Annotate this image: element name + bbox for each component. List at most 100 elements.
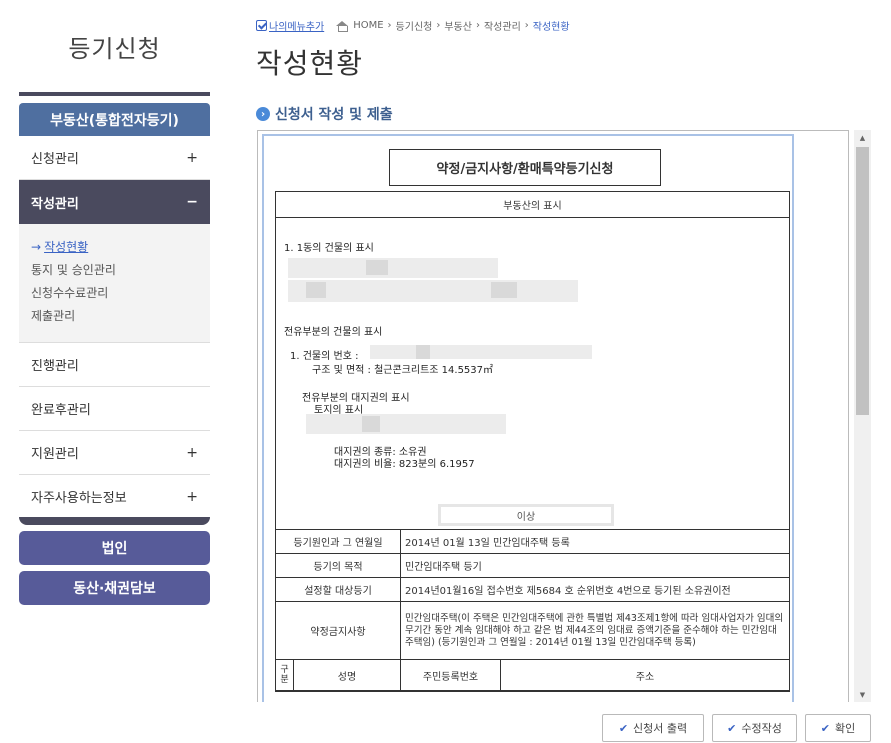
scroll-up-icon[interactable]: ▲ <box>854 130 871 145</box>
breadcrumb-separator: › <box>387 20 392 31</box>
document-page: 약정/금지사항/환매특약등기신청 부동산의 표시 1. 1동의 건물의 표시 전… <box>257 130 849 702</box>
check-icon: ✔ <box>727 721 737 735</box>
expand-icon: + <box>186 488 198 505</box>
document-title: 약정/금지사항/환매특약등기신청 <box>389 149 661 186</box>
table-row: 등기의 목적 민간임대주택 등기 <box>276 554 789 578</box>
redacted-block <box>306 282 326 298</box>
redacted-block <box>416 345 430 359</box>
document-frame: 약정/금지사항/환매특약등기신청 부동산의 표시 1. 1동의 건물의 표시 전… <box>262 134 794 702</box>
confirm-button[interactable]: ✔ 확인 <box>805 714 871 742</box>
redacted-block <box>288 280 578 302</box>
sidebar-item-label: 작성관리 <box>31 196 79 212</box>
row-key: 등기의 목적 <box>276 554 401 577</box>
sidebar-item-apply[interactable]: 신청관리 + <box>19 136 210 180</box>
submenu-item-notice[interactable]: 통지 및 승인관리 <box>31 259 198 282</box>
edit-button[interactable]: ✔ 수정작성 <box>712 714 797 742</box>
redacted-block <box>370 345 592 359</box>
section-title-text: 신청서 작성 및 제출 <box>275 107 393 123</box>
sidebar-item-label: 자주사용하는정보 <box>31 491 127 506</box>
vertical-scrollbar[interactable]: ▲ ▼ <box>854 130 871 702</box>
applicant-header-row: 구분 성명 주민등록번호 주소 <box>276 660 789 691</box>
column-header-name: 성명 <box>294 660 401 690</box>
expand-icon: + <box>186 149 198 166</box>
row-value: 민간임대주택 등기 <box>405 562 482 573</box>
redacted-block <box>366 260 388 275</box>
corporation-button[interactable]: 법인 <box>19 531 210 565</box>
chevron-right-icon: › <box>256 107 270 121</box>
redacted-block <box>362 416 380 432</box>
breadcrumb-item[interactable]: 부동산 <box>444 18 472 33</box>
submenu-item-submit[interactable]: 제출관리 <box>31 305 198 328</box>
row-key: 설정할 대상등기 <box>276 578 401 601</box>
real-estate-button[interactable]: 부동산(통합전자등기) <box>19 103 210 136</box>
add-my-menu-link[interactable]: 나의메뉴추가 <box>256 18 324 33</box>
unit-label: 전유부분의 건물의 표시 <box>284 327 383 338</box>
sidebar-item-label: 신청관리 <box>31 152 79 167</box>
movable-bond-button[interactable]: 동산·채권담보 <box>19 571 210 605</box>
section-title: › 신청서 작성 및 제출 <box>256 104 393 124</box>
action-buttons: ✔ 신청서 출력 ✔ 수정작성 ✔ 확인 <box>602 714 871 742</box>
checkbox-icon <box>256 20 267 31</box>
sidebar-item-progress[interactable]: 진행관리 <box>19 343 210 387</box>
breadcrumb-home[interactable]: HOME <box>353 20 383 31</box>
redacted-block <box>288 258 498 278</box>
column-header-rrn: 주민등록번호 <box>401 660 501 690</box>
document-table: 부동산의 표시 1. 1동의 건물의 표시 전유부분의 건물의 표시 1. 건물… <box>275 191 790 692</box>
real-estate-section: 1. 1동의 건물의 표시 전유부분의 건물의 표시 1. 건물의 번호 : 구… <box>276 218 789 530</box>
collapse-icon: − <box>186 194 198 210</box>
check-icon: ✔ <box>618 721 629 735</box>
button-label: 확인 <box>834 722 856 735</box>
sidebar-item-frequent[interactable]: 자주사용하는정보 + <box>19 475 210 519</box>
table-row: 등기원인과 그 연월일 2014년 01월 13일 민간임대주택 등록 <box>276 530 789 554</box>
row-key: 약정금지사항 <box>276 602 401 659</box>
button-label: 수정작성 <box>741 722 782 735</box>
sidebar-title: 등기신청 <box>68 34 161 63</box>
breadcrumb: 나의메뉴추가 HOME › 등기신청 › 부동산 › 작성관리 › 작성현황 <box>256 18 570 33</box>
sidebar-item-compose[interactable]: 작성관리 − <box>19 180 210 224</box>
building-number: 1. 건물의 번호 : <box>290 351 359 362</box>
arrow-right-icon: → <box>31 240 42 254</box>
scroll-down-icon[interactable]: ▼ <box>854 687 871 702</box>
building-label: 1. 1동의 건물의 표시 <box>284 243 374 254</box>
table-row: 약정금지사항 민간임대주택(이 주택은 민간임대주택에 관한 특별법 제43조제… <box>276 602 789 660</box>
expand-icon: + <box>186 444 198 461</box>
redacted-block <box>491 282 517 298</box>
sidebar-bottom-bar <box>19 517 210 525</box>
end-marker: 이상 <box>438 504 614 526</box>
sidebar-item-label: 완료후관리 <box>31 403 91 418</box>
print-application-button[interactable]: ✔ 신청서 출력 <box>602 714 704 742</box>
button-label: 신청서 출력 <box>633 722 688 735</box>
submenu-item-status[interactable]: → 작성현황 <box>31 236 198 259</box>
sidebar-item-completed[interactable]: 완료후관리 <box>19 387 210 431</box>
breadcrumb-item[interactable]: 등기신청 <box>396 18 433 33</box>
real-estate-header: 부동산의 표시 <box>276 192 789 218</box>
row-value: 2014년 01월 13일 민간임대주택 등록 <box>405 538 570 549</box>
scroll-thumb[interactable] <box>856 147 869 415</box>
sidebar-item-label: 지원관리 <box>31 447 79 462</box>
column-header-address: 주소 <box>635 671 655 683</box>
row-value: 2014년01월16일 접수번호 제5684 호 순위번호 4번으로 등기된 소… <box>405 586 731 597</box>
submenu-item-fee[interactable]: 신청수수료관리 <box>31 282 198 305</box>
sidebar-top-bar <box>19 92 210 96</box>
document-viewer[interactable]: 약정/금지사항/환매특약등기신청 부동산의 표시 1. 1동의 건물의 표시 전… <box>256 130 870 702</box>
breadcrumb-separator: › <box>475 20 480 31</box>
sidebar-item-support[interactable]: 지원관리 + <box>19 431 210 475</box>
column-header-type: 구분 <box>276 660 294 690</box>
land-right-ratio: 대지권의 비율: 823분의 6.1957 <box>334 459 475 470</box>
sidebar-item-label: 진행관리 <box>31 359 79 374</box>
redacted-block <box>306 414 506 434</box>
row-value: 민간임대주택(이 주택은 민간임대주택에 관한 특별법 제43조제1항에 따라 … <box>405 612 784 648</box>
page-title: 작성현황 <box>256 47 364 80</box>
breadcrumb-current: 작성현황 <box>532 22 570 33</box>
breadcrumb-separator: › <box>524 20 529 31</box>
sidebar: 등기신청 부동산(통합전자등기) 신청관리 + 작성관리 − → 작성현황 통지 … <box>19 0 210 605</box>
breadcrumb-item[interactable]: 작성관리 <box>484 18 521 33</box>
sidebar-submenu: → 작성현황 통지 및 승인관리 신청수수료관리 제출관리 <box>19 224 210 343</box>
home-icon <box>336 21 349 32</box>
row-key: 등기원인과 그 연월일 <box>276 530 401 553</box>
breadcrumb-separator: › <box>436 20 441 31</box>
submenu-item-label: 작성현황 <box>44 240 89 254</box>
check-icon: ✔ <box>820 721 830 735</box>
structure-area: 구조 및 면적 : 철근콘크리트조 14.5537㎡ <box>312 365 494 376</box>
table-row: 설정할 대상등기 2014년01월16일 접수번호 제5684 호 순위번호 4… <box>276 578 789 602</box>
